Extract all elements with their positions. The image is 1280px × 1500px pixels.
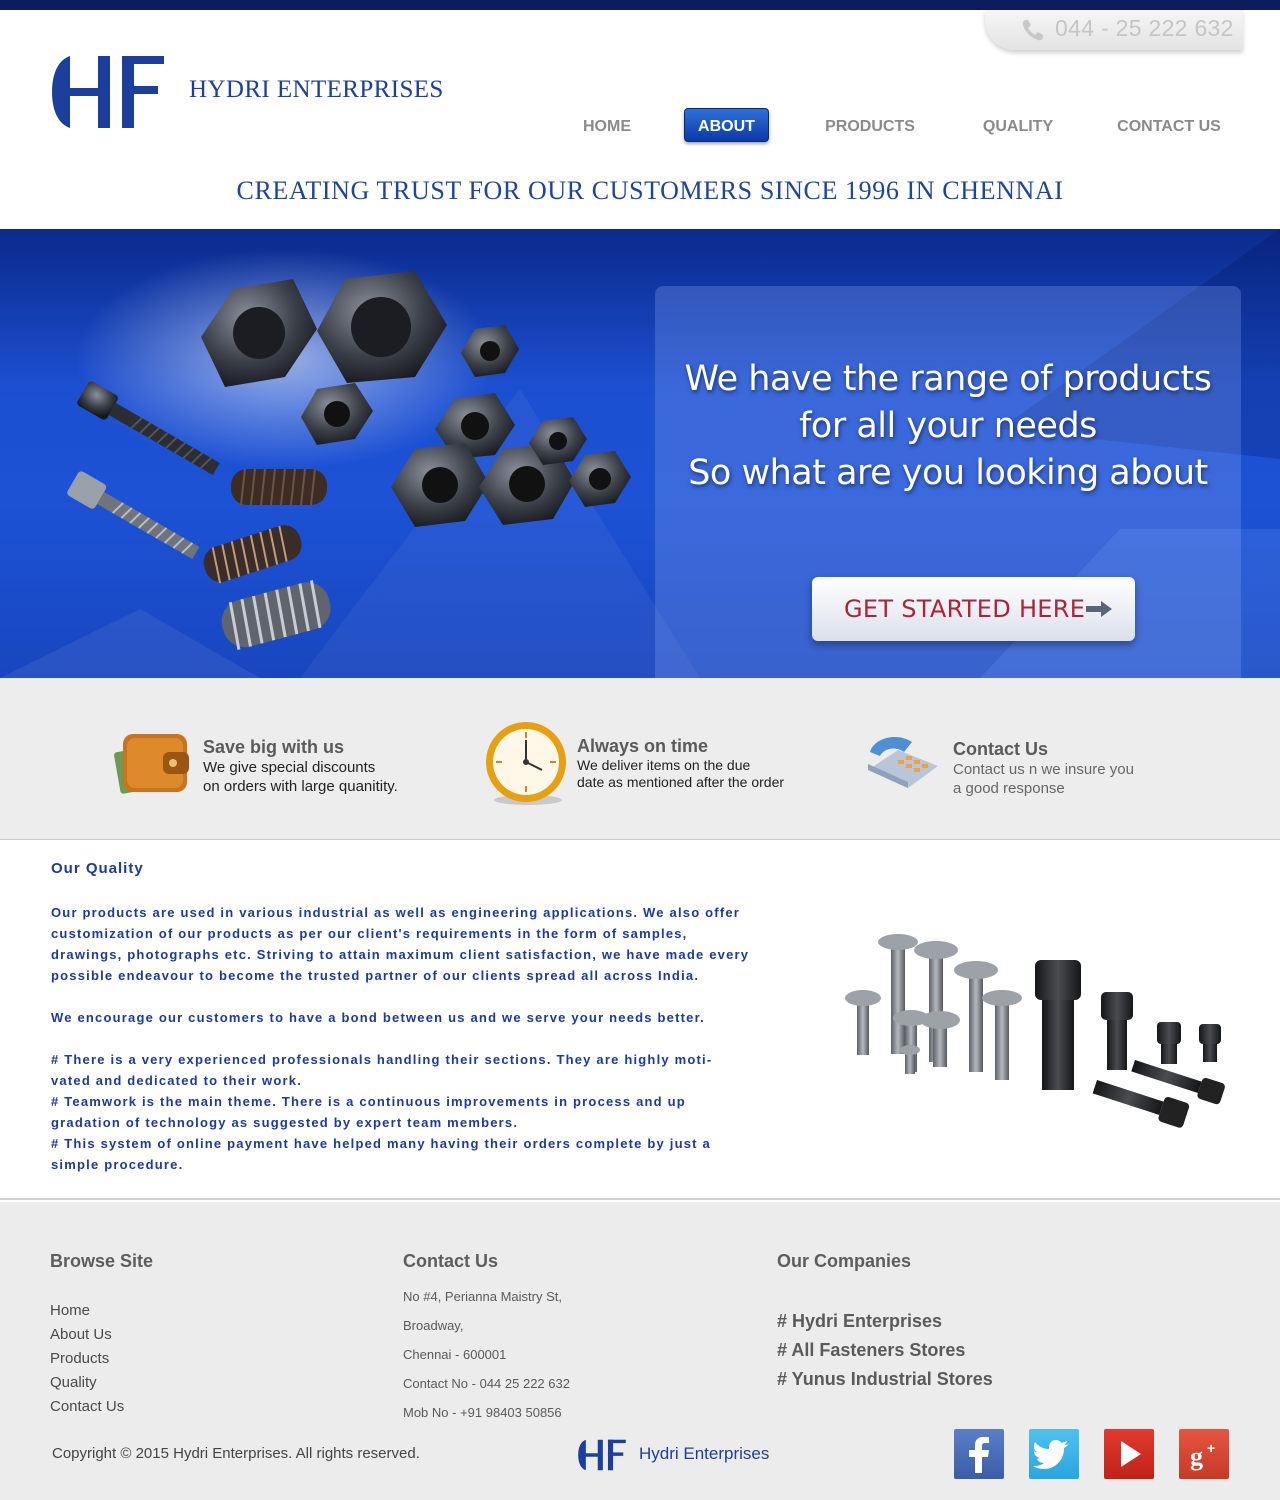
youtube-icon [1121, 1441, 1141, 1467]
twitter-icon [1033, 1440, 1069, 1469]
address-line: Chennai - 600001 [403, 1347, 507, 1362]
footer-address: No #4, Perianna Maistry St, Broadway, Ch… [403, 1282, 570, 1427]
feature-desc-save-line1: We give special discounts [203, 759, 376, 776]
quality-bullet-2: # Teamwork is the main theme. There is a… [51, 1094, 686, 1130]
footer-brand-name: Hydri Enterprises [639, 1444, 770, 1463]
tagline: CREATING TRUST FOR OUR CUSTOMERS SINCE 1… [236, 176, 1064, 205]
feature-desc-save: We give special discounts on orders with… [203, 758, 398, 796]
facebook-icon [969, 1437, 989, 1473]
quality-paragraph-2: We encourage our customers to have a bon… [51, 1010, 705, 1025]
nav-about[interactable]: ABOUT [684, 108, 769, 142]
feature-desc-save-line2: on orders with large quanitity. [203, 778, 398, 795]
feature-desc-on-time: We deliver items on the due date as ment… [577, 757, 784, 791]
hero-line-1: We have the range of products [684, 359, 1212, 399]
youtube-button[interactable] [1104, 1429, 1154, 1479]
footer-companies-title: Our Companies [777, 1251, 912, 1271]
google-plus-button[interactable]: g + [1179, 1429, 1229, 1479]
hero-headline: We have the range of products for all yo… [655, 356, 1241, 497]
footer-browse-links: Home About Us Products Quality Contact U… [50, 1299, 124, 1419]
svg-text:+: + [1207, 1440, 1215, 1456]
company-item[interactable]: # Hydri Enterprises [777, 1307, 993, 1336]
footer: Browse Site Home About Us Products Quali… [0, 1202, 1280, 1500]
socket-screws-image [845, 934, 1225, 1128]
feature-title-save: Save big with us [203, 737, 345, 757]
get-started-label: GET STARTED HERE [844, 595, 1086, 623]
nav-quality[interactable]: QUALITY [973, 108, 1063, 142]
google-plus-icon: g + [1190, 1440, 1215, 1471]
main-nav: HOME ABOUT PRODUCTS QUALITY CONTACT US [0, 108, 1280, 144]
nav-home[interactable]: HOME [567, 108, 647, 142]
address-line: No #4, Perianna Maistry St, [403, 1289, 562, 1304]
facebook-button[interactable] [954, 1429, 1004, 1479]
footer-link-products[interactable]: Products [50, 1347, 124, 1371]
hero-banner: We have the range of products for all yo… [0, 229, 1280, 678]
footer-link-home[interactable]: Home [50, 1299, 124, 1323]
quality-section: Our Quality Our products are used in var… [0, 840, 1280, 1200]
feature-desc-on-time-line1: We deliver items on the due [577, 757, 751, 773]
feature-desc-contact-line1: Contact us n we insure you [953, 761, 1134, 778]
footer-logo-icon[interactable] [576, 1438, 628, 1472]
footer-contact-title: Contact Us [403, 1251, 499, 1271]
top-accent-bar [0, 0, 1280, 10]
arrow-right-icon [1086, 601, 1112, 617]
wallet-icon [114, 734, 189, 794]
phone-icon [1022, 20, 1043, 41]
footer-companies-list: # Hydri Enterprises # All Fasteners Stor… [777, 1307, 993, 1394]
footer-browse-title: Browse Site [50, 1251, 154, 1271]
company-item[interactable]: # Yunus Industrial Stores [777, 1365, 993, 1394]
contact-number: Contact No - 044 25 222 632 [403, 1376, 570, 1391]
quality-bullet-1: # There is a very experienced profession… [51, 1052, 713, 1088]
twitter-button[interactable] [1029, 1429, 1079, 1479]
feature-desc-on-time-line2: date as mentioned after the order [577, 774, 785, 790]
feature-desc-contact: Contact us n we insure you a good respon… [953, 760, 1134, 798]
mobile-number: Mob No - +91 98403 50856 [403, 1405, 562, 1420]
feature-desc-contact-line2: a good response [953, 780, 1065, 797]
feature-title-contact: Contact Us [953, 739, 1049, 759]
telephone-icon [868, 737, 938, 788]
nav-contact-us[interactable]: CONTACT US [1108, 108, 1230, 142]
feature-title-on-time: Always on time [577, 736, 709, 756]
clock-icon [486, 722, 566, 805]
footer-link-quality[interactable]: Quality [50, 1371, 124, 1395]
hero-line-3: So what are you looking about [688, 453, 1208, 493]
footer-link-contact-us[interactable]: Contact Us [50, 1395, 124, 1419]
get-started-button[interactable]: GET STARTED HERE [812, 577, 1135, 641]
quality-title: Our Quality [51, 860, 144, 877]
nav-products[interactable]: PRODUCTS [815, 108, 925, 142]
brand-name: HYDRI ENTERPRISES [189, 76, 444, 103]
header-phone-number: 044 - 25 222 632 [1055, 15, 1234, 41]
copyright-text: Copyright © 2015 Hydri Enterprises. All … [52, 1445, 420, 1462]
company-item[interactable]: # All Fasteners Stores [777, 1336, 993, 1365]
address-line: Broadway, [403, 1318, 464, 1333]
quality-bullet-3: # This system of online payment have hel… [51, 1136, 711, 1172]
fasteners-image [67, 249, 631, 650]
svg-text:g: g [1190, 1442, 1203, 1471]
quality-paragraph-1: Our products are used in various industr… [51, 905, 750, 983]
hero-line-2: for all your needs [799, 406, 1097, 446]
quality-body: Our products are used in various industr… [51, 902, 751, 1175]
footer-link-about-us[interactable]: About Us [50, 1323, 124, 1347]
features-strip: Save big with us We give special discoun… [0, 678, 1280, 840]
